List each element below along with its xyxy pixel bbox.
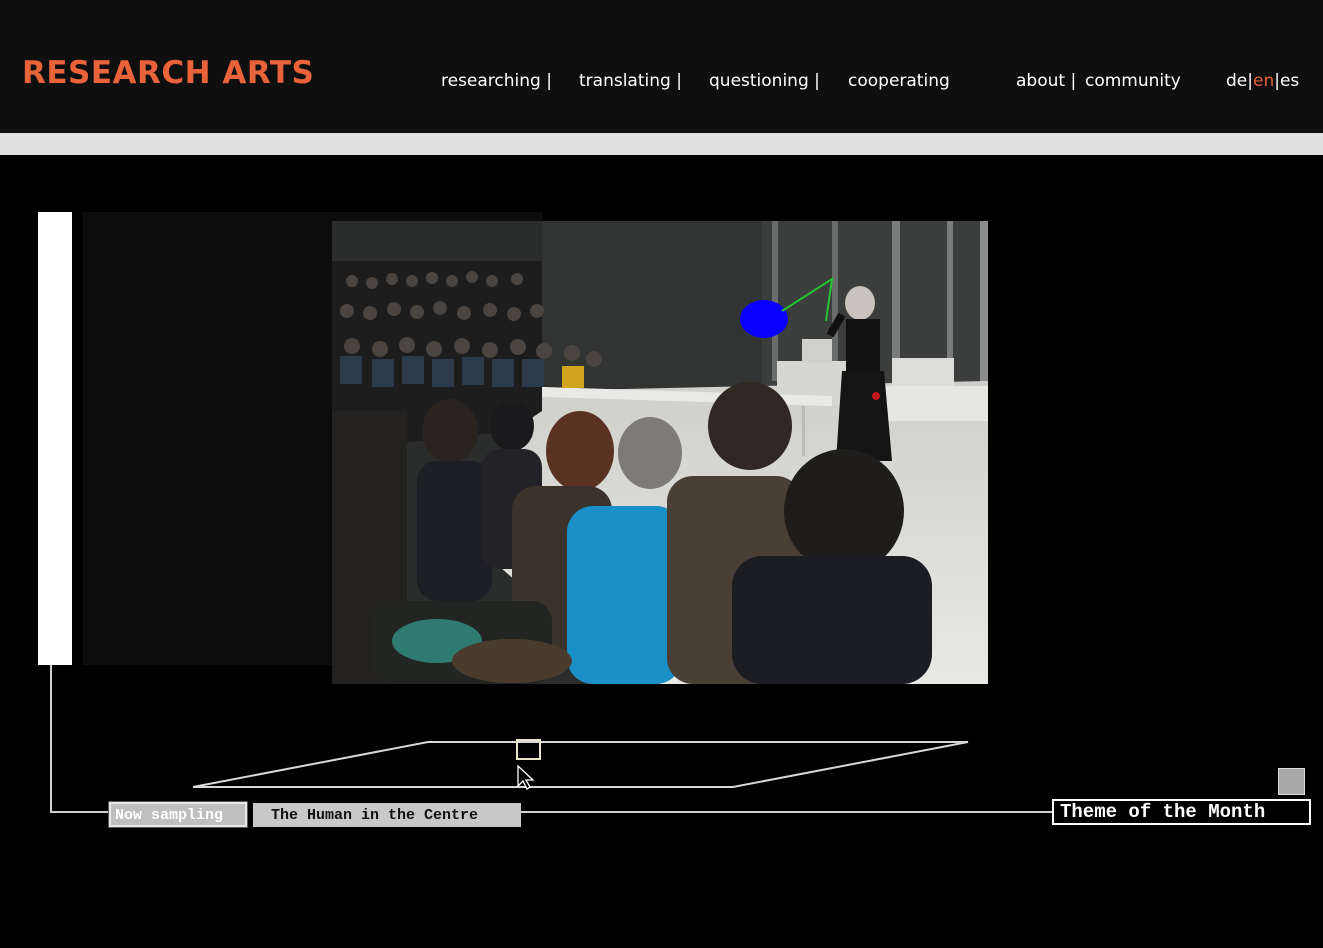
theatre-photo[interactable] [332, 221, 988, 684]
header-divider-bar [0, 133, 1323, 155]
language-switcher: de|en|es [1226, 73, 1299, 90]
lang-en[interactable]: en [1253, 71, 1274, 91]
nav-about[interactable]: about | [1016, 73, 1076, 90]
nav-label[interactable]: translating [579, 71, 671, 91]
vertical-white-bar [38, 212, 72, 665]
nav-questioning[interactable]: questioning | [709, 73, 820, 90]
nav-separator: | [540, 71, 552, 91]
nav-label[interactable]: cooperating [848, 71, 950, 91]
nav-label[interactable]: community [1085, 71, 1181, 91]
nav-translating[interactable]: translating | [579, 73, 682, 90]
grey-square-button[interactable] [1278, 768, 1305, 795]
theatre-photo-image [332, 221, 988, 684]
theme-title-link[interactable]: The Human in the Centre [253, 803, 521, 827]
nav-label[interactable]: about [1016, 71, 1065, 91]
site-logo[interactable]: RESEARCH ARTS [22, 58, 314, 89]
theme-of-the-month-button[interactable]: Theme of the Month [1052, 799, 1311, 825]
nav-label[interactable]: researching [441, 71, 541, 91]
nav-cooperating[interactable]: cooperating [848, 73, 950, 90]
nav-researching[interactable]: researching | [441, 73, 552, 90]
nav-separator: | [670, 71, 682, 91]
nav-separator: | [1065, 71, 1077, 91]
timeline-handle[interactable] [516, 739, 541, 760]
nav-separator: | [808, 71, 820, 91]
mouse-cursor-icon [517, 764, 535, 790]
lang-es[interactable]: es [1280, 71, 1299, 91]
site-header: RESEARCH ARTS researching | translating … [0, 0, 1323, 133]
nav-label[interactable]: questioning [709, 71, 809, 91]
nav-community[interactable]: community [1085, 73, 1181, 90]
lang-de[interactable]: de [1226, 71, 1247, 91]
now-sampling-label: Now sampling [108, 801, 248, 828]
